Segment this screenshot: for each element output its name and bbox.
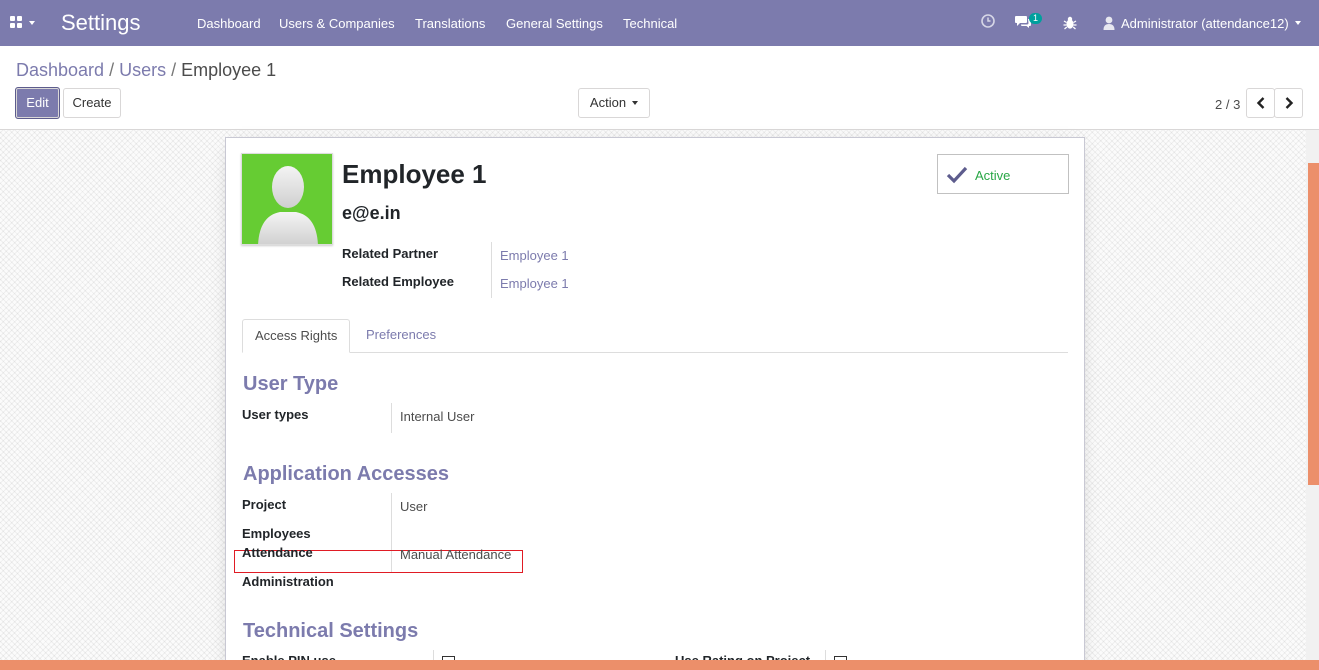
related-partner-label: Related Partner <box>342 246 439 261</box>
app-title: Settings <box>61 10 141 35</box>
active-label: Active <box>975 168 1011 183</box>
field-divider <box>491 242 492 270</box>
action-label: Action <box>589 95 627 110</box>
employees-label: Employees <box>242 526 311 541</box>
user-avatar-icon <box>1103 16 1115 30</box>
menu-general-settings[interactable]: General Settings <box>506 16 603 31</box>
pager-value: 2 / 3 <box>1215 97 1241 112</box>
menu-translations[interactable]: Translations <box>415 16 485 31</box>
breadcrumb-dashboard[interactable]: Dashboard <box>16 60 104 80</box>
bottom-scrollbar[interactable] <box>0 660 1319 670</box>
apps-menu-button[interactable] <box>8 14 42 32</box>
record-login: e@e.in <box>342 203 401 223</box>
caret-down-icon <box>1294 21 1301 25</box>
menu-technical[interactable]: Technical <box>623 16 677 31</box>
check-icon <box>946 166 968 184</box>
related-employee-label: Related Employee <box>342 274 454 289</box>
pager-next-button[interactable] <box>1274 88 1303 118</box>
form-sheet: Employee 1 e@e.in Active Related Partner… <box>225 137 1085 670</box>
breadcrumb-separator: / <box>109 60 115 80</box>
attendance-label: Attendance <box>242 545 313 560</box>
caret-down-icon <box>29 21 35 25</box>
tab-access-rights[interactable]: Access Rights <box>242 319 351 353</box>
application-accesses-heading: Application Accesses <box>243 463 450 485</box>
related-employee-link[interactable]: Employee 1 <box>500 276 569 291</box>
chevron-left-icon <box>1256 97 1264 109</box>
chevron-right-icon <box>1285 97 1293 109</box>
messages-badge: 1 <box>1029 13 1043 24</box>
project-value[interactable]: User <box>400 499 427 514</box>
attendance-value[interactable]: Manual Attendance <box>400 547 511 562</box>
technical-settings-heading: Technical Settings <box>243 620 419 642</box>
active-toggle-button[interactable]: Active <box>937 154 1069 194</box>
user-type-heading: User Type <box>243 373 339 395</box>
create-button[interactable]: Create <box>63 88 121 118</box>
caret-down-icon <box>632 101 639 105</box>
edit-button[interactable]: Edit <box>15 87 60 119</box>
breadcrumb: Dashboard / Users / Employee 1 <box>16 59 276 81</box>
field-divider <box>491 270 492 298</box>
bug-icon[interactable] <box>1063 15 1077 30</box>
action-dropdown[interactable]: Action <box>578 88 650 118</box>
scrollbar-thumb[interactable] <box>1308 163 1319 485</box>
top-navbar: Settings Dashboard Users & Companies Tra… <box>0 0 1319 46</box>
control-panel: Dashboard / Users / Employee 1 Edit Create A… <box>0 46 1319 130</box>
administration-label: Administration <box>242 574 334 589</box>
breadcrumb-current: Employee 1 <box>181 60 277 80</box>
user-menu[interactable]: Administrator (attendance12) <box>1103 16 1301 31</box>
user-types-label: User types <box>242 407 309 422</box>
related-partner-link[interactable]: Employee 1 <box>500 248 569 263</box>
tab-preferences[interactable]: Preferences <box>354 319 448 353</box>
grid-icon <box>10 16 23 29</box>
menu-users-companies[interactable]: Users & Companies <box>279 16 395 31</box>
menu-dashboard[interactable]: Dashboard <box>197 16 261 31</box>
person-placeholder-icon <box>258 166 318 244</box>
field-divider <box>391 403 392 433</box>
user-types-value[interactable]: Internal User <box>400 409 474 424</box>
clock-icon[interactable] <box>980 13 996 29</box>
form-view: Employee 1 e@e.in Active Related Partner… <box>0 130 1319 670</box>
notebook-tabs: Access Rights Preferences <box>242 319 1068 353</box>
project-label: Project <box>242 497 287 512</box>
user-name: Administrator (attendance12) <box>1121 16 1289 31</box>
user-photo[interactable] <box>241 153 333 245</box>
breadcrumb-separator: / <box>171 60 177 80</box>
record-name: Employee 1 <box>342 159 487 189</box>
pager-previous-button[interactable] <box>1246 88 1275 118</box>
breadcrumb-users[interactable]: Users <box>119 60 166 80</box>
